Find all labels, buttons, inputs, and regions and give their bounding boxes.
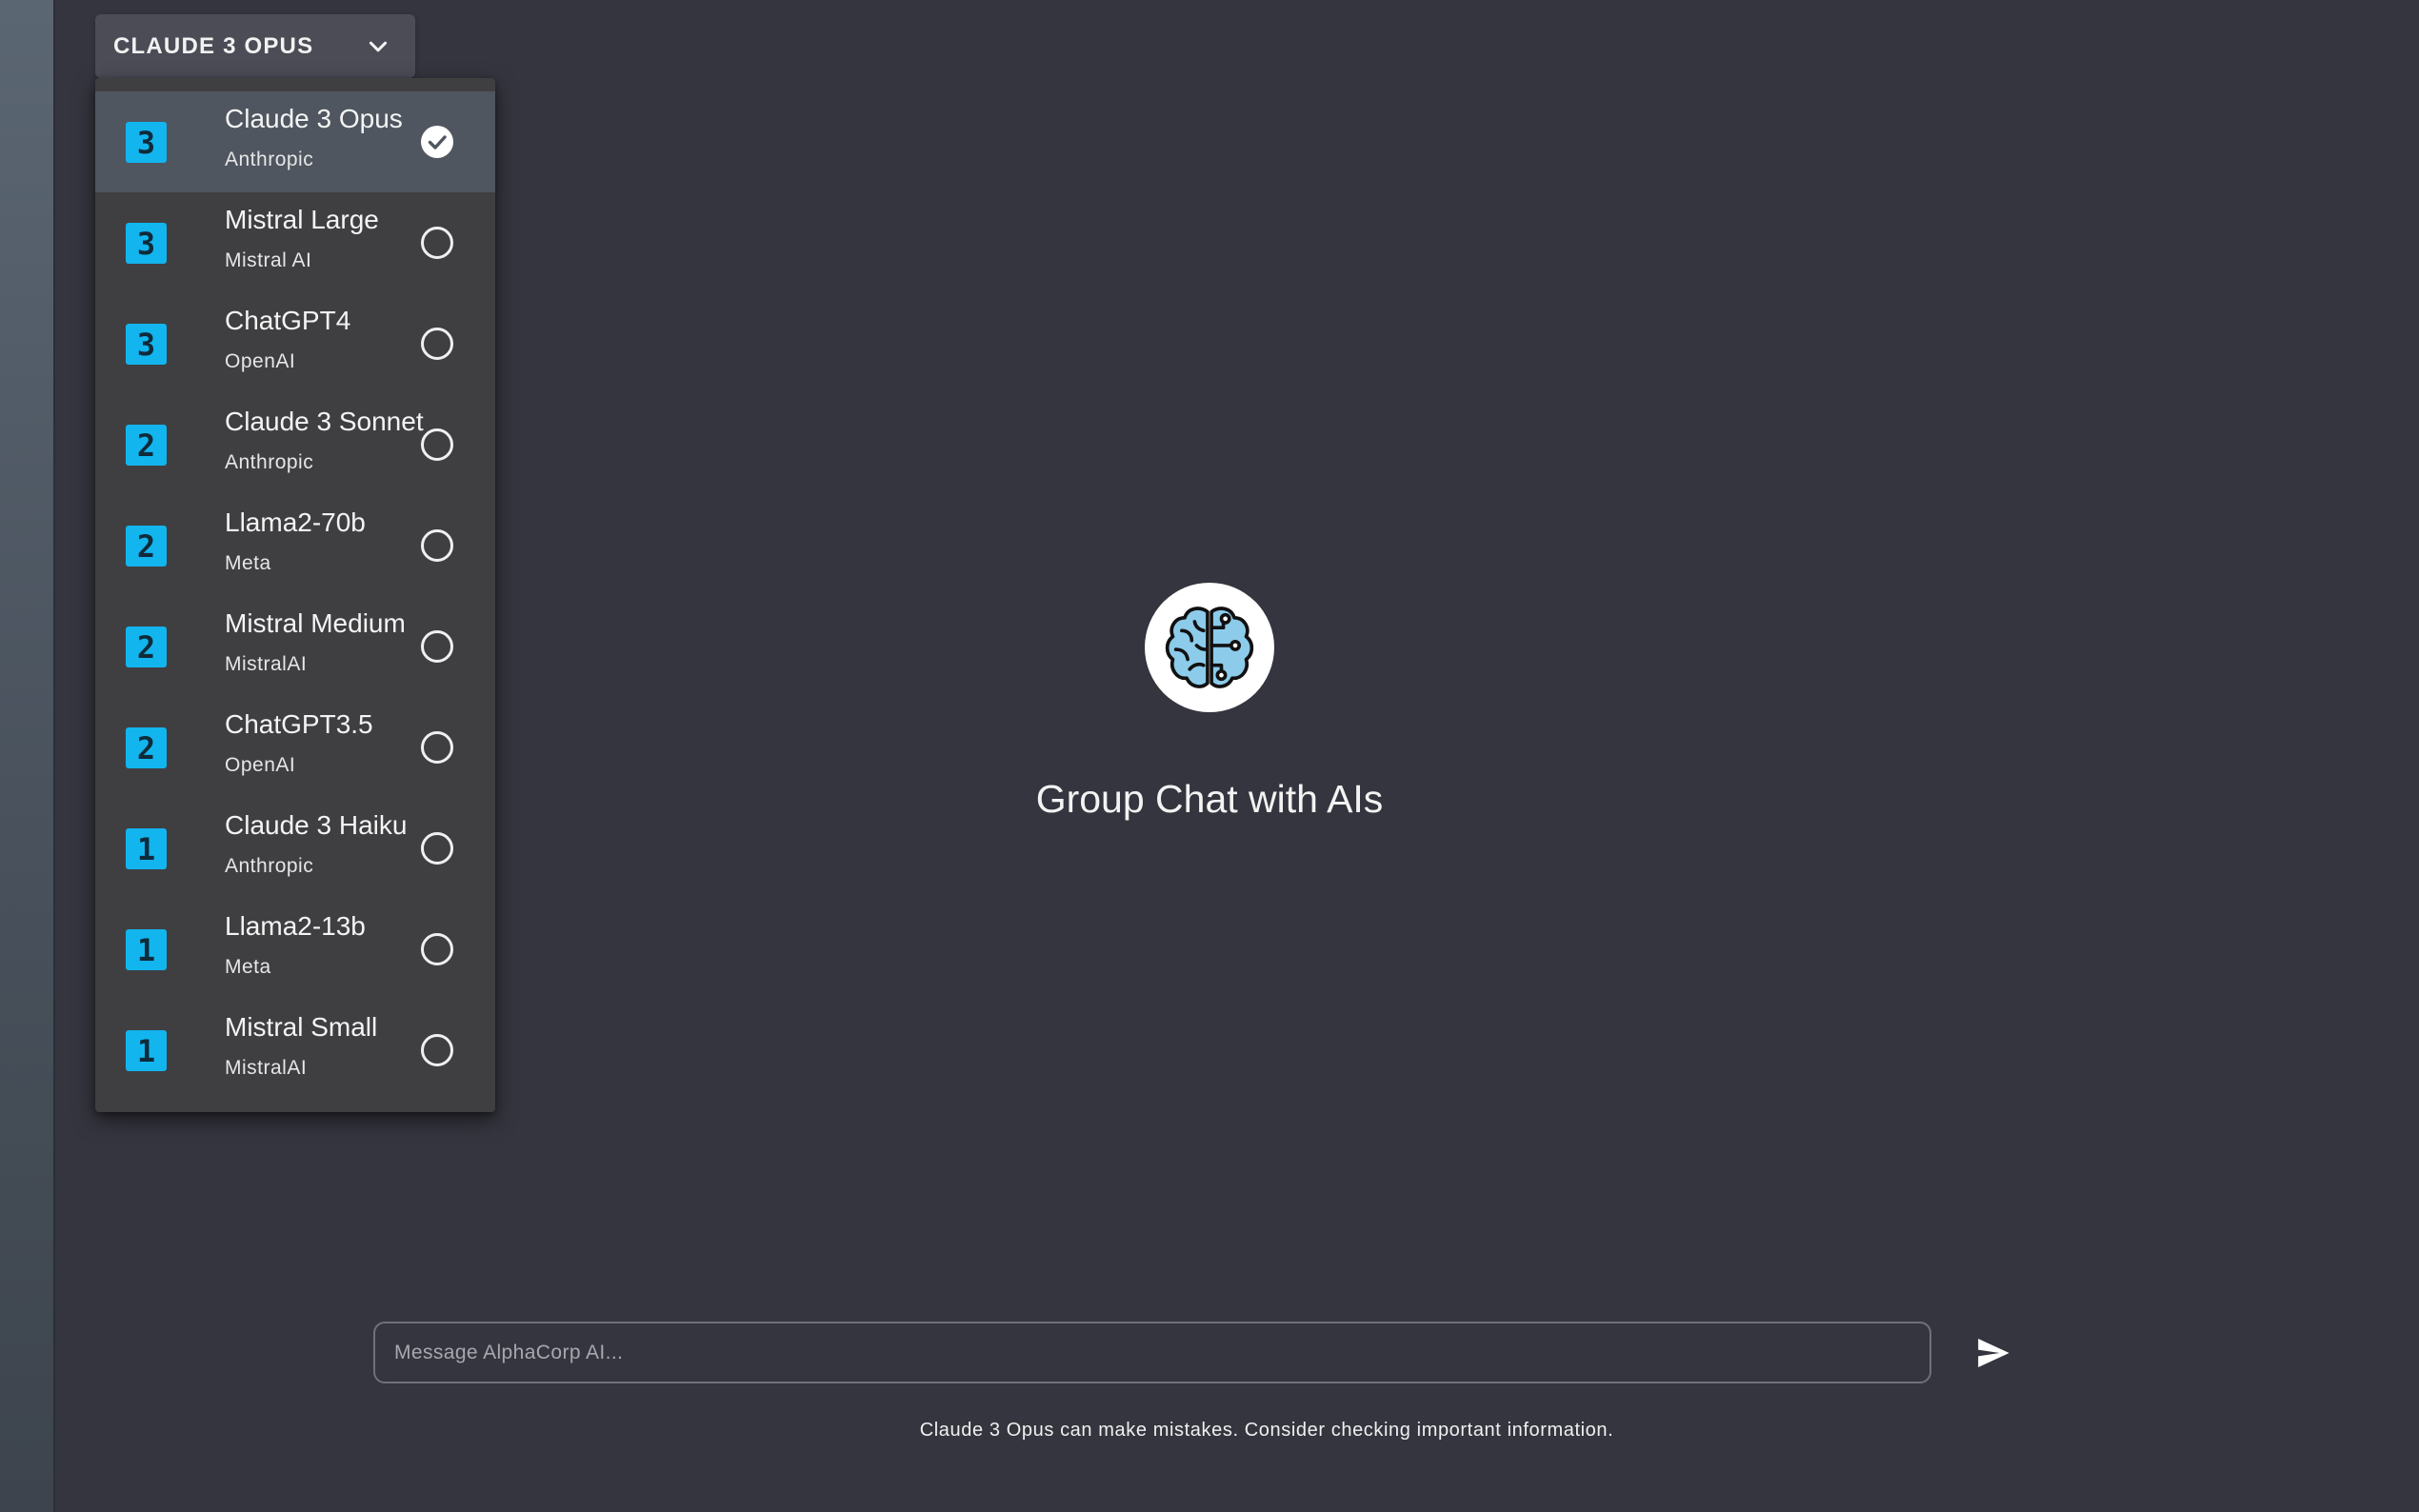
model-option[interactable]: 3 Claude 3 Opus Anthropic xyxy=(95,91,495,192)
radio-circle-icon[interactable] xyxy=(421,933,453,965)
hero-title: Group Chat with AIs xyxy=(1035,777,1384,821)
model-provider: OpenAI xyxy=(225,349,296,372)
brain-icon xyxy=(1165,607,1254,688)
tier-badge: 2 xyxy=(126,425,167,466)
model-option[interactable]: 2 ChatGPT3.5 OpenAI xyxy=(95,697,495,798)
radio-circle-icon[interactable] xyxy=(421,428,453,461)
tier-badge: 1 xyxy=(126,828,167,869)
radio-circle-icon[interactable] xyxy=(421,328,453,360)
tier-badge-number: 3 xyxy=(136,225,156,262)
model-option-text: Llama2-70b Meta xyxy=(225,507,366,575)
tier-badge: 2 xyxy=(126,727,167,768)
message-input[interactable] xyxy=(375,1323,1929,1382)
radio-circle-icon[interactable] xyxy=(421,227,453,259)
model-option-text: Claude 3 Opus Anthropic xyxy=(225,103,403,171)
model-option[interactable]: 1 Llama2-13b Meta xyxy=(95,899,495,1000)
chevron-down-icon xyxy=(369,41,388,51)
tier-badge-number: 2 xyxy=(136,729,156,766)
model-select-button[interactable]: CLAUDE 3 OPUS xyxy=(95,14,415,78)
tier-badge: 2 xyxy=(126,627,167,667)
model-dropdown: 3 Claude 3 Opus Anthropic 3 Mistral Large Mis… xyxy=(95,78,495,1112)
model-name: Claude 3 Sonnet xyxy=(225,407,424,436)
model-provider: Meta xyxy=(225,955,271,978)
model-name: Mistral Large xyxy=(225,205,379,234)
model-option[interactable]: 1 Claude 3 Haiku Anthropic xyxy=(95,798,495,899)
main-area: CLAUDE 3 OPUS 3 Claude 3 Opus Anthropic 3 Mi… xyxy=(57,0,2419,1512)
radio-circle-icon[interactable] xyxy=(421,731,453,764)
tier-badge-number: 3 xyxy=(136,326,156,363)
model-name: Mistral Small xyxy=(225,1012,378,1042)
tier-badge: 1 xyxy=(126,929,167,970)
tier-badge: 1 xyxy=(126,1030,167,1071)
model-provider: MistralAI xyxy=(225,1056,308,1079)
tier-badge-number: 1 xyxy=(136,1032,156,1069)
tier-badge-number: 1 xyxy=(136,830,156,867)
model-option[interactable]: 2 Llama2-70b Meta xyxy=(95,495,495,596)
model-option-text: ChatGPT4 OpenAI xyxy=(225,305,350,373)
model-option[interactable]: 2 Mistral Medium MistralAI xyxy=(95,596,495,697)
radio-circle-icon[interactable] xyxy=(421,832,453,865)
model-name: ChatGPT4 xyxy=(225,306,351,335)
tier-badge: 3 xyxy=(126,223,167,264)
model-option[interactable]: 3 ChatGPT4 OpenAI xyxy=(95,293,495,394)
model-option[interactable]: 2 Claude 3 Sonnet Anthropic xyxy=(95,394,495,495)
model-provider: Anthropic xyxy=(225,450,314,473)
tier-badge-number: 3 xyxy=(136,124,156,161)
message-composer xyxy=(373,1322,1931,1383)
app-window: CLAUDE 3 OPUS 3 Claude 3 Opus Anthropic 3 Mi… xyxy=(0,0,2419,1512)
model-option-text: Claude 3 Haiku Anthropic xyxy=(225,809,407,878)
radio-circle-icon[interactable] xyxy=(421,529,453,562)
model-option-text: Mistral Large Mistral AI xyxy=(225,204,379,272)
model-provider: Mistral AI xyxy=(225,249,312,271)
send-button[interactable] xyxy=(1971,1331,2015,1375)
sidebar xyxy=(0,0,55,1512)
tier-badge: 2 xyxy=(126,526,167,567)
model-name: Claude 3 Opus xyxy=(225,104,403,133)
model-option[interactable]: 1 Mistral Small MistralAI xyxy=(95,1000,495,1101)
tier-badge-number: 2 xyxy=(136,427,156,464)
model-name: Claude 3 Haiku xyxy=(225,810,408,840)
tier-badge: 3 xyxy=(126,122,167,163)
radio-circle-icon[interactable] xyxy=(421,630,453,663)
check-circle-icon[interactable] xyxy=(421,126,453,158)
model-name: Llama2-70b xyxy=(225,507,366,537)
model-select-label: CLAUDE 3 OPUS xyxy=(113,32,314,59)
model-option[interactable]: 3 Mistral Large Mistral AI xyxy=(95,192,495,293)
tier-badge-number: 2 xyxy=(136,527,156,565)
model-option-text: Llama2-13b Meta xyxy=(225,910,366,979)
model-provider: Anthropic xyxy=(225,148,314,170)
radio-circle-icon[interactable] xyxy=(421,1034,453,1066)
model-provider: Anthropic xyxy=(225,854,314,877)
model-name: ChatGPT3.5 xyxy=(225,709,373,739)
model-option-text: Mistral Medium MistralAI xyxy=(225,607,406,676)
model-provider: Meta xyxy=(225,551,271,574)
disclaimer-text: Claude 3 Opus can make mistakes. Conside… xyxy=(919,1420,1614,1441)
tier-badge-number: 1 xyxy=(136,931,156,968)
tier-badge-number: 2 xyxy=(136,628,156,666)
hero-logo xyxy=(1145,583,1274,712)
model-option-text: ChatGPT3.5 OpenAI xyxy=(225,708,373,777)
model-provider: MistralAI xyxy=(225,652,308,675)
send-icon xyxy=(1978,1339,2009,1367)
model-provider: OpenAI xyxy=(225,753,296,776)
model-name: Llama2-13b xyxy=(225,911,366,941)
model-option-text: Mistral Small MistralAI xyxy=(225,1011,377,1080)
tier-badge: 3 xyxy=(126,324,167,365)
model-name: Mistral Medium xyxy=(225,608,406,638)
model-option-text: Claude 3 Sonnet Anthropic xyxy=(225,406,424,474)
